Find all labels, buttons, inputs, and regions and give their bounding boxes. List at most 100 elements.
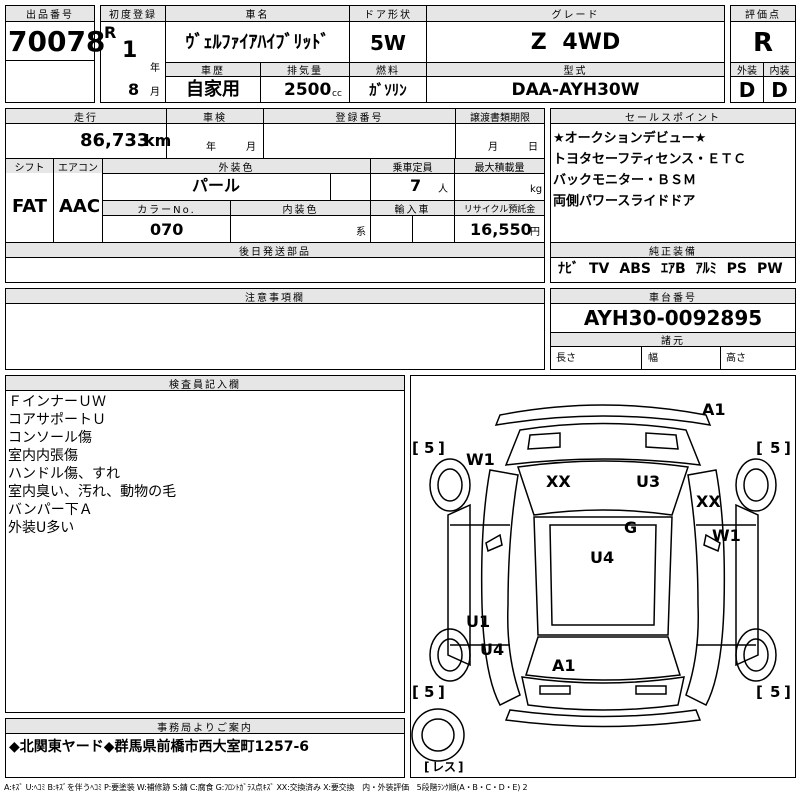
damage-mark: XX	[546, 472, 571, 491]
color-label: 外装色	[103, 159, 370, 173]
tire-fr-bracket: [	[756, 439, 763, 457]
tire-fr-close: ]	[784, 439, 791, 457]
caution-label: 注意事項欄	[6, 289, 544, 303]
mileage-unit: km	[144, 131, 172, 150]
grade: Z 4WD	[530, 30, 621, 55]
fuel-label: 燃料	[350, 63, 426, 76]
history-label: 車歴	[166, 63, 260, 76]
inspector-notes: ＦインナーＵＷ コアサポートＵ コンソール傷 室内内張傷 ハンドル傷、すれ 室内…	[8, 393, 176, 537]
equipment-item: ABS	[619, 261, 651, 277]
transfer-label: 譲渡書類期限	[456, 109, 544, 123]
load-label: 最大積載量	[455, 159, 544, 173]
width-label: 幅	[648, 353, 658, 364]
damage-mark: W1	[712, 526, 741, 545]
car-diagram: [ 5 ] [ 5 ] [ 5 ] [ 5 ] [ レス ] A1 W1 XX …	[411, 400, 791, 774]
mileage: 86,733	[80, 130, 150, 151]
score-label: 評価点	[731, 6, 795, 21]
later-parts-label: 後日発送部品	[6, 243, 544, 257]
transfer-month-unit: 月	[488, 142, 498, 153]
tire-rl-bracket: [	[412, 683, 419, 701]
damage-mark: U4	[480, 640, 504, 659]
inspector-note: コアサポートＵ	[8, 412, 106, 428]
damage-mark: U4	[590, 548, 614, 567]
reg-year: 1	[122, 38, 138, 63]
plate-label: 登録番号	[264, 109, 455, 123]
exterior-score: D	[738, 78, 756, 102]
tire-rr-close: ]	[784, 683, 791, 701]
damage-mark: XX	[696, 492, 721, 511]
car-name: ｳﾞｪﾙﾌｧｲｱﾊｲﾌﾞﾘｯﾄﾞ	[185, 32, 330, 53]
tire-fl-bracket: [	[412, 439, 419, 457]
equipment-item: TV	[589, 261, 610, 277]
inspector-note: 室内臭い、汚れ、動物の毛	[8, 484, 177, 500]
sales-points-list: ★オークションデビュー★ トヨタセーフティセンス・ＥＴＣ バックモニター・ＢＳＭ…	[553, 128, 746, 212]
equipment-item: ﾅﾋﾞ	[558, 261, 579, 277]
transfer-day-unit: 日	[528, 142, 538, 153]
era: R	[104, 23, 117, 42]
exterior-color: パール	[192, 176, 241, 195]
sales-point: バックモニター・ＢＳＭ	[553, 173, 697, 188]
damage-mark: G	[624, 518, 637, 537]
inspector-label: 検査員記入欄	[6, 376, 404, 390]
exterior-label: 外装	[731, 63, 763, 76]
inspector-note: 室内内張傷	[8, 448, 78, 464]
chassis-number: AYH30-0092895	[583, 306, 763, 330]
model-label: 型式	[427, 63, 724, 76]
equipment-label: 純正装備	[551, 243, 795, 257]
legend: A:ｷｽﾞ U:ﾍｺﾐ B:ｷｽﾞを伴うﾍｺﾐ P:要塗装 W:補修跡 S:錆 …	[4, 783, 528, 792]
office-label: 事務局よりご案内	[6, 719, 404, 733]
seats-unit: 人	[438, 184, 448, 195]
dimensions-label: 諸元	[551, 333, 795, 346]
inspection-month-unit: 月	[246, 142, 256, 153]
displacement-unit: cc	[332, 89, 342, 99]
history: 自家用	[186, 79, 240, 100]
equipment-list: ﾅﾋﾞ TV ABS ｴｱB ｱﾙﾐ PS PW	[558, 262, 783, 276]
sales-point: 両側パワースライドドア	[553, 194, 696, 209]
tire-fl-close: ]	[438, 439, 445, 457]
equipment-item: ｱﾙﾐ	[695, 261, 717, 277]
sales-point: トヨタセーフティセンス・ＥＴＣ	[553, 152, 747, 167]
office-message: ◆北関東ヤード◆群馬県前橋市西大室町1257-6	[9, 739, 310, 755]
inspector-note: 外装U多い	[8, 520, 75, 536]
score: R	[752, 28, 774, 58]
tire-rl: 5	[424, 683, 434, 701]
spare-bracket: [	[424, 760, 429, 774]
chassis-label: 車台番号	[551, 289, 795, 303]
seats-label: 乗車定員	[371, 159, 454, 173]
recycle-unit: 円	[530, 227, 540, 238]
int-color-unit: 系	[356, 227, 366, 238]
displacement-label: 排気量	[261, 63, 349, 76]
tire-rr: 5	[770, 683, 780, 701]
lot-label: 出品番号	[6, 6, 94, 21]
model-code: DAA-AYH30W	[511, 79, 640, 100]
seats: 7	[410, 176, 422, 195]
import-label: 輸入車	[371, 201, 454, 215]
damage-mark: A1	[552, 656, 576, 675]
displacement: 2500	[284, 80, 332, 100]
door-type: 5W	[370, 31, 406, 55]
inspection-label: 車検	[167, 109, 263, 123]
interior-label: 内装	[764, 63, 795, 76]
sales-points-label: セールスポイント	[551, 109, 795, 123]
equipment-item: PS	[726, 261, 747, 277]
equipment-item: ｴｱB	[660, 261, 686, 277]
mileage-label: 走行	[6, 109, 166, 123]
damage-mark: A1	[702, 400, 726, 419]
damage-mark: U3	[636, 472, 660, 491]
grade-label: グレード	[427, 6, 724, 21]
recycle-label: リサイクル預託金	[455, 201, 544, 215]
interior-score: D	[771, 78, 788, 102]
tire-fl: 5	[424, 439, 434, 457]
month-unit: 月	[150, 87, 160, 98]
inspector-note: コンソール傷	[8, 430, 92, 446]
inspector-note: バンパー下Ａ	[8, 502, 93, 518]
year-unit: 年	[150, 63, 160, 74]
shift-label: シフト	[6, 159, 53, 173]
damage-mark: W1	[466, 450, 495, 469]
sales-point: ★オークションデビュー★	[553, 131, 707, 146]
door-label: ドア形状	[350, 6, 426, 21]
color-no-label: カラーNo.	[103, 201, 230, 215]
inspector-note: ハンドル傷、すれ	[8, 466, 120, 482]
color-number: 070	[150, 220, 184, 239]
first-reg-label: 初度登録	[101, 6, 165, 21]
